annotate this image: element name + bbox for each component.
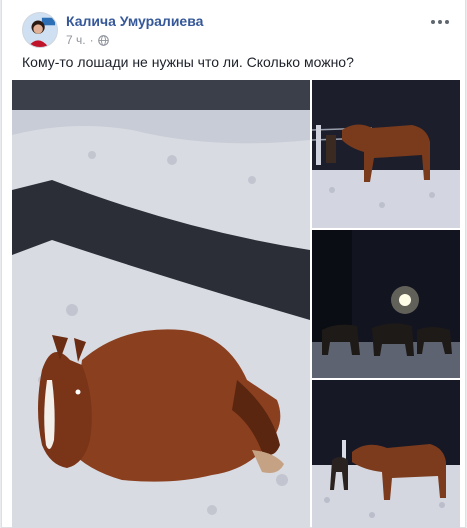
avatar-image (23, 13, 57, 47)
photo-grid (12, 80, 460, 528)
author-name[interactable]: Калича Умуралиева (66, 13, 203, 29)
photo-horses-streetlight[interactable] (312, 230, 460, 378)
more-options-icon[interactable] (428, 12, 452, 32)
post-card: Калича Умуралиева 7 ч. · Кому-то лошади … (1, 0, 466, 528)
post-time[interactable]: 7 ч. (66, 33, 86, 47)
photo-horse-fence[interactable] (312, 80, 460, 228)
photo-horse-lying-image (12, 80, 310, 528)
photo-horse-night-fence-image (312, 80, 460, 228)
globe-icon[interactable] (97, 34, 109, 46)
photo-horse-standing-snow-image (312, 380, 460, 528)
photo-horse-lying[interactable] (12, 80, 310, 528)
post-text: Кому-то лошади не нужны что ли. Сколько … (22, 54, 354, 70)
post-header: Калича Умуралиева 7 ч. · (22, 12, 452, 52)
photo-horse-standing[interactable] (312, 380, 460, 528)
meta-separator: · (89, 33, 94, 47)
photo-horses-streetlight-image (312, 230, 460, 378)
avatar[interactable] (22, 12, 58, 48)
post-meta: 7 ч. · (66, 33, 109, 47)
